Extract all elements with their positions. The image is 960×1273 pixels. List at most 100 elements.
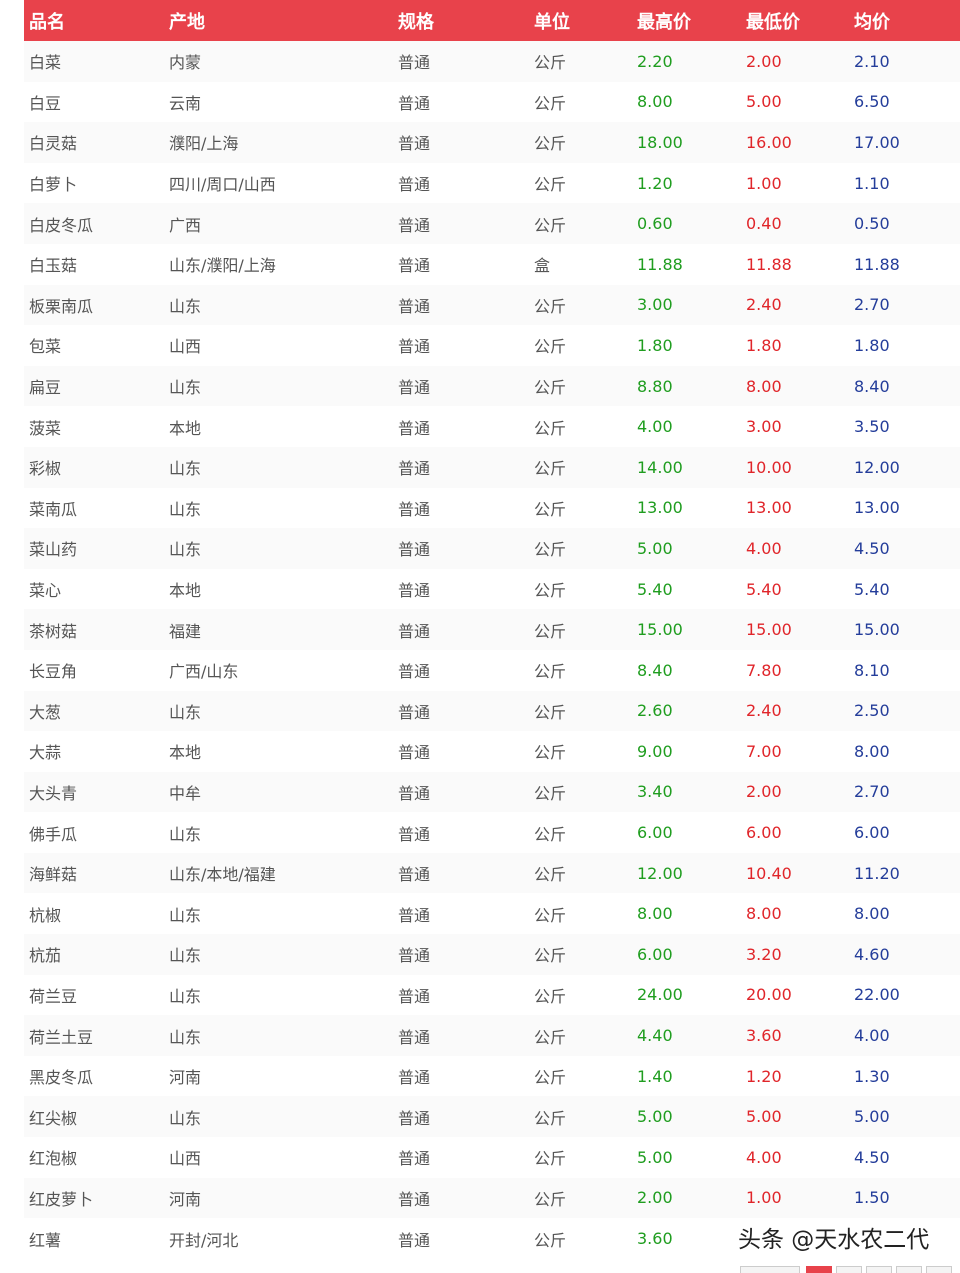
cell-max-price: 2.00 [632,1178,741,1219]
cell-avg-price: 2.70 [849,285,960,326]
cell-name: 白灵菇 [29,134,78,154]
cell-max-price: 8.80 [632,366,741,407]
cell-name: 菠菜 [29,418,62,438]
cell-origin: 山东 [169,946,202,966]
cell-unit: 公斤 [534,1108,567,1128]
cell-name: 包菜 [29,337,62,357]
cell-max-price: 6.00 [632,812,741,853]
cell-spec: 普通 [398,256,431,276]
cell-min-price: 5.00 [741,82,849,123]
cell-unit: 公斤 [534,215,567,235]
cell-min-price-value: 13.00 [746,498,792,518]
cell-min-price: 5.40 [741,569,849,610]
header-max-price: 最高价 [637,11,691,33]
cell-max-price-value: 6.00 [637,823,673,843]
cell-avg-price-value: 2.50 [854,701,890,721]
cell-avg-price-value: 17.00 [854,132,900,152]
cell-spec: 普通 [398,986,431,1006]
header-origin: 产地 [169,11,205,33]
cell-avg-price-value: 2.70 [854,782,890,802]
cell-origin: 山东 [169,702,202,722]
cell-origin: 山东 [169,296,202,316]
table-row: 黑皮冬瓜 河南 普通 公斤 1.40 1.20 1.30 [24,1055,960,1097]
cell-min-price-value: 0.40 [746,214,782,234]
cell-max-price-value: 4.40 [637,1026,673,1046]
cell-unit: 公斤 [534,1230,567,1250]
cell-avg-price-value: 11.20 [854,863,900,883]
cell-origin: 广西 [169,215,202,235]
cell-min-price-value: 3.20 [746,944,782,964]
cell-max-price-value: 15.00 [637,620,683,640]
cell-max-price: 6.00 [632,934,741,975]
cell-min-price-value: 1.80 [746,335,782,355]
cell-avg-price: 1.50 [849,1178,960,1219]
cell-unit: 公斤 [534,1068,567,1088]
cell-avg-price-value: 1.10 [854,173,890,193]
pagination [740,1266,960,1273]
cell-unit: 公斤 [534,1027,567,1047]
cell-max-price-value: 5.00 [637,1147,673,1167]
cell-origin: 本地 [169,743,202,763]
cell-name: 板栗南瓜 [29,296,94,316]
cell-avg-price-value: 4.00 [854,1026,890,1046]
cell-min-price: 2.40 [741,285,849,326]
table-row: 菠菜 本地 普通 公斤 4.00 3.00 3.50 [24,406,960,447]
cell-max-price: 4.00 [632,406,741,447]
cell-name: 杭椒 [29,905,62,925]
header-avg-price: 均价 [854,11,890,33]
cell-max-price-value: 4.00 [637,417,673,437]
cell-max-price-value: 8.00 [637,92,673,112]
cell-avg-price: 12.00 [849,447,960,488]
header-row: 品名 产地 规格 单位 最高价 最低价 均价 [24,0,960,41]
table-row: 长豆角 广西/山东 普通 公斤 8.40 7.80 8.10 [24,649,960,691]
header-unit: 单位 [534,11,570,33]
cell-avg-price: 1.30 [849,1056,960,1097]
cell-spec: 普通 [398,1230,431,1250]
cell-name: 长豆角 [29,662,78,682]
cell-spec: 普通 [398,662,431,682]
table-row: 荷兰土豆 山东 普通 公斤 4.40 3.60 4.00 [24,1015,960,1056]
cell-name: 佛手瓜 [29,824,78,844]
cell-unit: 公斤 [534,53,567,73]
cell-max-price: 5.00 [632,1137,741,1178]
cell-max-price: 18.00 [632,122,741,163]
cell-origin: 山东 [169,1108,202,1128]
cell-avg-price-value: 4.60 [854,944,890,964]
cell-max-price-value: 1.40 [637,1066,673,1086]
cell-max-price: 2.60 [632,691,741,732]
cell-max-price: 12.00 [632,853,741,894]
cell-avg-price: 4.50 [849,528,960,569]
cell-min-price: 0.40 [741,203,849,244]
cell-min-price: 1.00 [741,163,849,204]
cell-min-price-value: 5.40 [746,579,782,599]
cell-min-price: 11.88 [741,244,849,285]
cell-origin: 河南 [169,1068,202,1088]
cell-min-price-value: 10.00 [746,457,792,477]
cell-origin: 河南 [169,1189,202,1209]
cell-spec: 普通 [398,134,431,154]
cell-name: 荷兰土豆 [29,1027,94,1047]
cell-name: 杭茄 [29,946,62,966]
table-row: 板栗南瓜 山东 普通 公斤 3.00 2.40 2.70 [24,284,960,326]
cell-name: 白皮冬瓜 [29,215,94,235]
cell-origin: 山东 [169,1027,202,1047]
cell-origin: 山东 [169,499,202,519]
table-row: 白萝卜 四川/周口/山西 普通 公斤 1.20 1.00 1.10 [24,162,960,204]
cell-avg-price: 2.10 [849,41,960,82]
cell-max-price-value: 5.00 [637,1107,673,1127]
cell-unit: 公斤 [534,378,567,398]
cell-avg-price: 8.10 [849,650,960,691]
cell-origin: 山西 [169,337,202,357]
cell-min-price: 16.00 [741,122,849,163]
cell-min-price: 3.20 [741,934,849,975]
cell-min-price-value: 2.40 [746,701,782,721]
cell-max-price: 1.40 [632,1056,741,1097]
cell-spec: 普通 [398,499,431,519]
cell-min-price: 5.00 [741,1096,849,1137]
cell-max-price-value: 6.00 [637,944,673,964]
cell-spec: 普通 [398,1149,431,1169]
cell-min-price: 10.40 [741,853,849,894]
cell-origin: 山东/本地/福建 [169,865,276,885]
cell-spec: 普通 [398,540,431,560]
cell-max-price: 8.00 [632,82,741,123]
